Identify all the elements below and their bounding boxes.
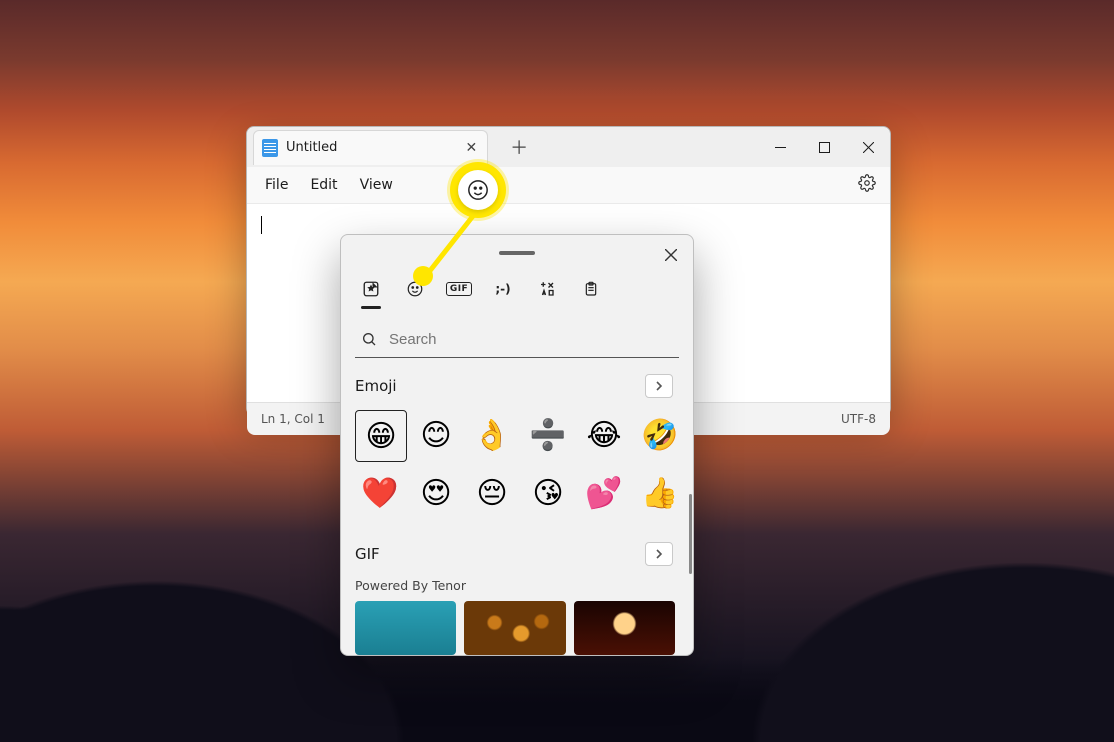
tab-close-icon[interactable]: ✕: [465, 139, 477, 156]
minimize-button[interactable]: [758, 127, 802, 167]
emoji-cell[interactable]: ❤️: [355, 468, 405, 518]
gif-attribution: Powered By Tenor: [355, 578, 689, 593]
category-kaomoji[interactable]: ;-): [491, 275, 515, 303]
menubar: File Edit View: [247, 167, 890, 204]
notepad-icon: [262, 139, 278, 157]
emoji-scroll-area[interactable]: Emoji 😁😊👌➗😂🤣 ❤️😍😔😘💕👍 GIF Powered By Tenor: [341, 374, 693, 655]
emoji-cell[interactable]: 😍: [411, 468, 461, 518]
emoji-expand-button[interactable]: [645, 374, 673, 398]
emoji-cell[interactable]: 👍: [635, 468, 685, 518]
tab-title: Untitled: [286, 140, 457, 155]
status-encoding: UTF-8: [841, 412, 876, 426]
panel-close-button[interactable]: [659, 243, 683, 267]
new-tab-button[interactable]: ＋: [502, 130, 536, 164]
emoji-cell[interactable]: ➗: [523, 410, 573, 460]
emoji-grid: 😁😊👌➗😂🤣 ❤️😍😔😘💕👍: [355, 410, 689, 518]
drag-handle[interactable]: [499, 251, 535, 255]
scrollbar-thumb[interactable]: [689, 494, 692, 574]
callout-highlight: [450, 162, 506, 218]
callout-connector: [423, 212, 481, 280]
emoji-cell[interactable]: 🤣: [635, 410, 685, 460]
gif-tile[interactable]: [574, 601, 675, 655]
category-stickers[interactable]: [359, 275, 383, 303]
emoji-cell[interactable]: 💕: [579, 468, 629, 518]
menu-file[interactable]: File: [257, 173, 296, 197]
emoji-cell[interactable]: 😔: [467, 468, 517, 518]
titlebar: Untitled ✕ ＋: [247, 127, 890, 167]
notepad-tab[interactable]: Untitled ✕: [253, 130, 488, 165]
close-button[interactable]: [846, 127, 890, 167]
menu-view[interactable]: View: [352, 173, 401, 197]
chevron-right-icon: [655, 549, 663, 559]
emoji-cell[interactable]: 👌: [467, 410, 517, 460]
status-cursor-pos: Ln 1, Col 1: [261, 412, 325, 426]
maximize-button[interactable]: [802, 127, 846, 167]
gif-tile[interactable]: [355, 601, 456, 655]
emoji-cell[interactable]: 😂: [579, 410, 629, 460]
emoji-cell[interactable]: 😊: [411, 410, 461, 460]
emoji-search[interactable]: [355, 321, 679, 358]
gif-section-title: GIF: [355, 545, 380, 563]
gif-icon: GIF: [446, 282, 472, 296]
settings-button[interactable]: [854, 170, 880, 200]
search-icon: [361, 331, 377, 347]
category-symbols[interactable]: [535, 275, 559, 303]
callout-connector-dot: [413, 266, 433, 286]
smiley-icon: [467, 179, 489, 201]
emoji-cell[interactable]: 😘: [523, 468, 573, 518]
category-clipboard[interactable]: [579, 275, 603, 303]
chevron-right-icon: [655, 381, 663, 391]
emoji-search-input[interactable]: [387, 330, 673, 349]
emoji-section-title: Emoji: [355, 377, 397, 395]
gif-tile[interactable]: [464, 601, 565, 655]
emoji-cell[interactable]: 😁: [355, 410, 407, 462]
gif-thumbnails: [355, 601, 689, 655]
menu-edit[interactable]: Edit: [302, 173, 345, 197]
emoji-panel: GIF ;-) Emoji 😁😊👌➗😂🤣❤️😍😔😘💕👍 GIF Powe: [340, 234, 694, 656]
panel-header: [341, 235, 693, 271]
category-tabs: GIF ;-): [341, 271, 693, 313]
gif-expand-button[interactable]: [645, 542, 673, 566]
text-cursor: [261, 216, 262, 234]
